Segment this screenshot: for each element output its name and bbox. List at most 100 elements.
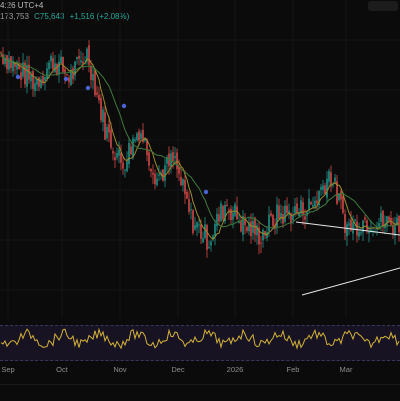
- candle-body: [354, 219, 356, 221]
- candle-body: [100, 97, 102, 121]
- candle-body: [126, 161, 128, 172]
- candle-body: [228, 209, 230, 211]
- chart-frame[interactable]: 4:26 UTC+4 173,753 C75,643 +1,516 (+2.08…: [0, 0, 400, 401]
- candle-body: [292, 215, 294, 221]
- candle-body: [334, 177, 336, 182]
- candle-body: [114, 157, 116, 161]
- candle-body: [130, 146, 132, 155]
- candle-body: [30, 74, 32, 82]
- candle-body: [162, 169, 164, 181]
- candle-body: [110, 130, 112, 148]
- candle-body: [46, 68, 48, 79]
- candle-body: [382, 210, 384, 227]
- candle-body: [230, 208, 232, 221]
- candle-body: [52, 58, 54, 70]
- candle-body: [340, 191, 342, 200]
- candle-body: [358, 231, 360, 237]
- candle-body: [314, 200, 316, 207]
- candle-body: [124, 169, 126, 171]
- candle-body: [320, 186, 322, 190]
- candle-body: [76, 57, 78, 59]
- candle-body: [102, 109, 104, 123]
- candle-body: [32, 71, 34, 89]
- candle-body: [66, 74, 68, 76]
- candle-body: [122, 162, 124, 169]
- candle-body: [156, 178, 158, 186]
- candle-body: [128, 142, 130, 164]
- bottom-toolbar: [0, 384, 400, 401]
- triangle-lower-line: [301, 267, 400, 296]
- candle-body: [136, 133, 138, 141]
- candle-body: [352, 222, 354, 234]
- candle-body: [20, 72, 22, 81]
- x-axis: Sep Oct Nov Dec 2026 Feb Mar: [0, 360, 400, 380]
- x-tick-dec: Dec: [171, 365, 185, 374]
- candle-body: [196, 222, 198, 228]
- candle-body: [322, 185, 324, 190]
- x-tick-nov: Nov: [113, 365, 127, 374]
- candle-body: [356, 221, 358, 236]
- candle-body: [200, 224, 202, 239]
- candle-body: [268, 214, 270, 232]
- candle-body: [180, 176, 182, 186]
- candle-body: [112, 151, 114, 154]
- price-chart[interactable]: [0, 0, 400, 318]
- signal-marker: [203, 189, 209, 195]
- candle-body: [226, 204, 228, 207]
- candle-body: [72, 68, 74, 80]
- candle-body: [182, 179, 184, 186]
- candle-body: [220, 203, 222, 221]
- candle-body: [192, 210, 194, 234]
- candle-body: [278, 205, 280, 219]
- candle-body: [346, 224, 348, 237]
- candle-body: [34, 83, 36, 91]
- x-tick-feb: Feb: [286, 365, 300, 374]
- candle-body: [38, 77, 40, 87]
- candle-body: [104, 112, 106, 140]
- candle-body: [286, 205, 288, 213]
- candle-body: [90, 65, 92, 80]
- candle-body: [16, 64, 18, 70]
- candle-body: [118, 149, 120, 156]
- candle-body: [50, 56, 52, 62]
- candle-body: [214, 223, 216, 237]
- candle-body: [302, 202, 304, 216]
- candle-body: [96, 92, 98, 95]
- candle-body: [388, 216, 390, 221]
- candle-body: [78, 55, 80, 59]
- candle-body: [312, 204, 314, 208]
- candle-body: [116, 152, 118, 158]
- candle-body: [386, 216, 388, 226]
- candle-body: [294, 206, 296, 213]
- candle-body: [198, 224, 200, 226]
- candle-body: [342, 196, 344, 213]
- x-tick-mar: Mar: [339, 365, 353, 374]
- candle-body: [270, 213, 272, 216]
- x-tick-2026: 2026: [226, 365, 244, 374]
- candle-body: [106, 127, 108, 139]
- candle-body: [234, 204, 236, 216]
- candle-body: [172, 151, 174, 162]
- candle-body: [256, 225, 258, 236]
- signal-marker: [85, 85, 91, 91]
- candle-body: [208, 247, 210, 249]
- candle-body: [328, 170, 330, 182]
- candle-body: [240, 220, 242, 232]
- candle-body: [40, 79, 42, 88]
- candle-body: [120, 152, 122, 163]
- candle-body: [150, 168, 152, 172]
- candle-body: [190, 209, 192, 211]
- candle-body: [262, 229, 264, 241]
- candle-body: [348, 223, 350, 226]
- candle-body: [216, 213, 218, 227]
- candle-body: [26, 64, 28, 87]
- candle-body: [36, 79, 38, 85]
- candle-body: [344, 214, 346, 233]
- signal-marker: [121, 103, 127, 109]
- candle-body: [194, 225, 196, 230]
- candle-body: [88, 45, 90, 65]
- moving-average-fast: [0, 52, 400, 240]
- candle-body: [324, 185, 326, 194]
- candle-body: [80, 60, 82, 63]
- candle-body: [310, 202, 312, 205]
